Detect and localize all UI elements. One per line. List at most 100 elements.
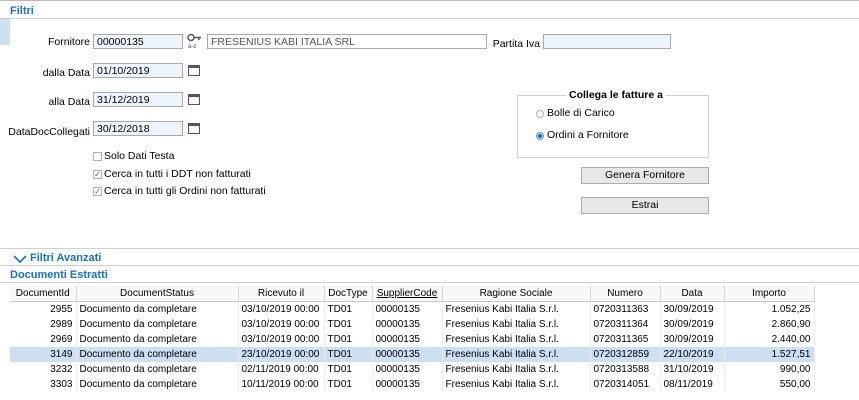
cell-ricevuto: 03/10/2019 00:00 xyxy=(238,301,325,317)
cell-suppliercode: 00000135 xyxy=(372,332,443,347)
cell-importo: 1.527,51 xyxy=(724,347,815,362)
cell-doctype: TD01 xyxy=(324,301,373,317)
cell-importo: 2.860,90 xyxy=(724,317,815,332)
cell-ricevuto: 03/10/2019 00:00 xyxy=(238,332,325,347)
col-header-importo[interactable]: Importo xyxy=(724,286,815,302)
cell-doctype: TD01 xyxy=(324,347,373,362)
cell-ricevuto: 02/11/2019 00:00 xyxy=(238,362,325,377)
fornitore-code-input[interactable]: 00000135 xyxy=(93,34,183,49)
table-row[interactable]: 2969 Documento da completare 03/10/2019 00… xyxy=(10,332,815,347)
top-border xyxy=(0,0,859,1)
col-header-ragione-sociale[interactable]: Ragione Sociale xyxy=(442,286,591,302)
cell-documentstatus: Documento da completare xyxy=(76,301,239,317)
ordini-a-fornitore-radio[interactable] xyxy=(536,132,544,140)
documents-grid: DocumentId DocumentStatus Ricevuto il Do… xyxy=(10,286,859,392)
collega-groupbox xyxy=(517,95,709,158)
table-row[interactable]: 3232 Documento da completare 02/11/2019 00… xyxy=(10,362,815,377)
cell-importo: 990,00 xyxy=(724,362,815,377)
cell-documentid: 2969 xyxy=(10,332,77,347)
cell-doctype: TD01 xyxy=(324,362,373,377)
cell-documentstatus: Documento da completare xyxy=(76,377,239,392)
cell-documentstatus: Documento da completare xyxy=(76,347,239,362)
estrai-button[interactable]: Estrai xyxy=(581,197,709,214)
ddt-non-fatturati-label: Cerca in tutti i DDT non fatturati xyxy=(104,168,251,180)
table-row[interactable]: 2989 Documento da completare 03/10/2019 00… xyxy=(10,317,815,332)
solo-dati-testa-checkbox[interactable] xyxy=(93,152,102,161)
cell-importo: 2.440,00 xyxy=(724,332,815,347)
dalla-data-calendar-icon[interactable] xyxy=(188,65,200,76)
cell-suppliercode: 00000135 xyxy=(372,362,443,377)
cell-ricevuto: 03/10/2019 00:00 xyxy=(238,317,325,332)
genera-fornitore-button[interactable]: Genera Fornitore xyxy=(581,167,709,184)
cell-suppliercode: 00000135 xyxy=(372,301,443,317)
col-header-documentid[interactable]: DocumentId xyxy=(10,286,77,302)
solo-dati-testa-label: Solo Dati Testa xyxy=(104,150,175,162)
cell-suppliercode: 00000135 xyxy=(372,377,443,392)
cell-documentid: 3303 xyxy=(10,377,77,392)
ddt-non-fatturati-checkbox[interactable]: ✓ xyxy=(93,170,102,179)
advanced-divider xyxy=(0,265,859,266)
cell-ragione-sociale: Fresenius Kabi Italia S.r.l. xyxy=(442,347,591,362)
dalla-data-label: dalla Data xyxy=(42,67,90,79)
col-header-ricevuto[interactable]: Ricevuto il xyxy=(238,286,325,302)
cell-doctype: TD01 xyxy=(324,332,373,347)
ordini-non-fatturati-checkbox[interactable]: ✓ xyxy=(93,187,102,196)
alla-data-calendar-icon[interactable] xyxy=(188,94,200,105)
col-header-suppliercode[interactable]: SupplierCode xyxy=(372,286,443,302)
cell-ragione-sociale: Fresenius Kabi Italia S.r.l. xyxy=(442,362,591,377)
table-row[interactable]: 3149 Documento da completare 23/10/2019 00… xyxy=(10,347,815,362)
partita-iva-input[interactable] xyxy=(543,34,671,49)
documents-divider xyxy=(0,282,859,283)
cell-numero: 0720314051 xyxy=(590,377,661,392)
cell-ragione-sociale: Fresenius Kabi Italia S.r.l. xyxy=(442,332,591,347)
data-doc-collegati-label: DataDocCollegati xyxy=(8,126,90,138)
cell-documentid: 3232 xyxy=(10,362,77,377)
alla-data-input[interactable]: 31/12/2019 xyxy=(93,92,183,107)
table-row[interactable]: 2955 Documento da completare 03/10/2019 00… xyxy=(10,301,815,317)
cell-ricevuto: 23/10/2019 00:00 xyxy=(238,347,325,362)
cell-numero: 0720311365 xyxy=(590,332,661,347)
data-doc-collegati-input[interactable]: 30/12/2018 xyxy=(93,121,183,136)
table-row[interactable]: 3303 Documento da completare 10/11/2019 00… xyxy=(10,377,815,392)
cell-numero: 0720311363 xyxy=(590,301,661,317)
data-doc-collegati-calendar-icon[interactable] xyxy=(188,123,200,134)
cell-doctype: TD01 xyxy=(324,317,373,332)
col-header-doctype[interactable]: DocType xyxy=(324,286,373,302)
cell-ricevuto: 10/11/2019 00:00 xyxy=(238,377,325,392)
cell-numero: 0720312859 xyxy=(590,347,661,362)
cell-data: 30/09/2019 xyxy=(660,301,725,317)
col-header-data[interactable]: Data xyxy=(660,286,725,302)
col-header-numero[interactable]: Numero xyxy=(590,286,661,302)
fornitore-name-field: FRESENIUS KABI ITALIA SRL xyxy=(207,34,487,49)
cell-data: 31/10/2019 xyxy=(660,362,725,377)
cell-documentid: 2955 xyxy=(10,301,77,317)
key-icon-sub: a-z xyxy=(188,44,196,49)
cell-data: 30/09/2019 xyxy=(660,332,725,347)
cell-documentid: 3149 xyxy=(10,347,77,362)
cell-ragione-sociale: Fresenius Kabi Italia S.r.l. xyxy=(442,377,591,392)
cell-ragione-sociale: Fresenius Kabi Italia S.r.l. xyxy=(442,317,591,332)
filters-title: Filtri xyxy=(10,5,34,17)
filters-divider xyxy=(0,18,859,19)
cell-documentstatus: Documento da completare xyxy=(76,362,239,377)
bolle-di-carico-label: Bolle di Carico xyxy=(547,107,615,119)
chevron-down-icon[interactable] xyxy=(13,254,27,264)
key-lookup-icon[interactable]: a-z xyxy=(186,33,204,50)
cell-ragione-sociale: Fresenius Kabi Italia S.r.l. xyxy=(442,301,591,317)
cell-doctype: TD01 xyxy=(324,377,373,392)
advanced-title[interactable]: Filtri Avanzati xyxy=(30,252,101,264)
cell-data: 22/10/2019 xyxy=(660,347,725,362)
bolle-di-carico-radio[interactable] xyxy=(536,110,544,118)
side-handle[interactable] xyxy=(0,19,10,45)
cell-suppliercode: 00000135 xyxy=(372,317,443,332)
cell-documentstatus: Documento da completare xyxy=(76,332,239,347)
cell-numero: 0720313588 xyxy=(590,362,661,377)
dalla-data-input[interactable]: 01/10/2019 xyxy=(93,63,183,78)
cell-documentstatus: Documento da completare xyxy=(76,317,239,332)
alla-data-label: alla Data xyxy=(48,96,90,108)
cell-importo: 1.052,25 xyxy=(724,301,815,317)
ordini-a-fornitore-label: Ordini a Fornitore xyxy=(547,129,629,141)
col-header-documentstatus[interactable]: DocumentStatus xyxy=(76,286,239,302)
ordini-non-fatturati-label: Cerca in tutti gli Ordini non fatturati xyxy=(104,185,266,197)
cell-data: 08/11/2019 xyxy=(660,377,725,392)
